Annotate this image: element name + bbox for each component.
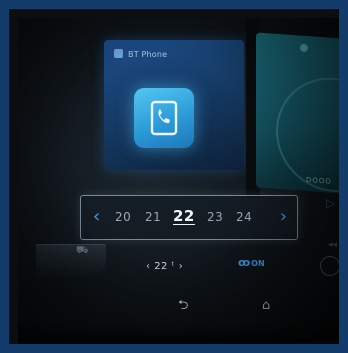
seek-icon[interactable]: ◂◂ [328,240,337,250]
temperature-control[interactable]: ‹ 22 ᵗ › [146,261,183,272]
back-icon[interactable]: ⮌ [178,296,188,318]
radio-tile[interactable]: DOOO [256,32,339,196]
day-option[interactable]: 21 [145,210,161,224]
radio-icon [300,43,308,53]
bezel-bottom [18,323,339,344]
temp-value: 22 [154,261,168,272]
car-icon: ⛟ [76,245,89,256]
day-option[interactable]: 24 [236,210,252,224]
chevron-right-icon[interactable]: › [280,206,287,227]
bt-phone-small-icon [114,49,123,58]
day-option[interactable]: 23 [207,210,223,224]
day-option-selected[interactable]: 22 [173,207,195,225]
chevron-left-icon[interactable]: ‹ [93,206,100,227]
photo-frame: BT Phone DOOO ▷ ◂◂ ‹ 20 21 22 23 24 › ⛟ … [0,0,348,353]
play-icon[interactable]: ▷ [326,196,335,210]
date-selector: ‹ 20 21 22 23 24 › [80,195,298,240]
car-settings-button[interactable]: ⛟ [36,244,106,277]
fan-toggle[interactable]: ꝏON [238,256,265,269]
phone-handset-icon [150,100,178,136]
radio-footer-text: DOOO [306,176,332,186]
fan-state: ON [251,259,265,268]
bt-phone-title: BT Phone [128,50,168,59]
temp-unit: ᵗ [171,261,176,272]
day-option[interactable]: 20 [115,210,131,224]
temp-increase[interactable]: › [179,261,184,272]
home-icon[interactable]: ⌂ [262,298,270,313]
fan-icon: ꝏ [238,256,251,269]
bt-phone-tile[interactable]: BT Phone [104,40,244,170]
phone-app-icon[interactable] [134,88,194,148]
ring-icon[interactable] [320,256,339,276]
temp-decrease[interactable]: ‹ [146,261,151,272]
car-display-screen: BT Phone DOOO ▷ ◂◂ ‹ 20 21 22 23 24 › ⛟ … [18,18,339,344]
